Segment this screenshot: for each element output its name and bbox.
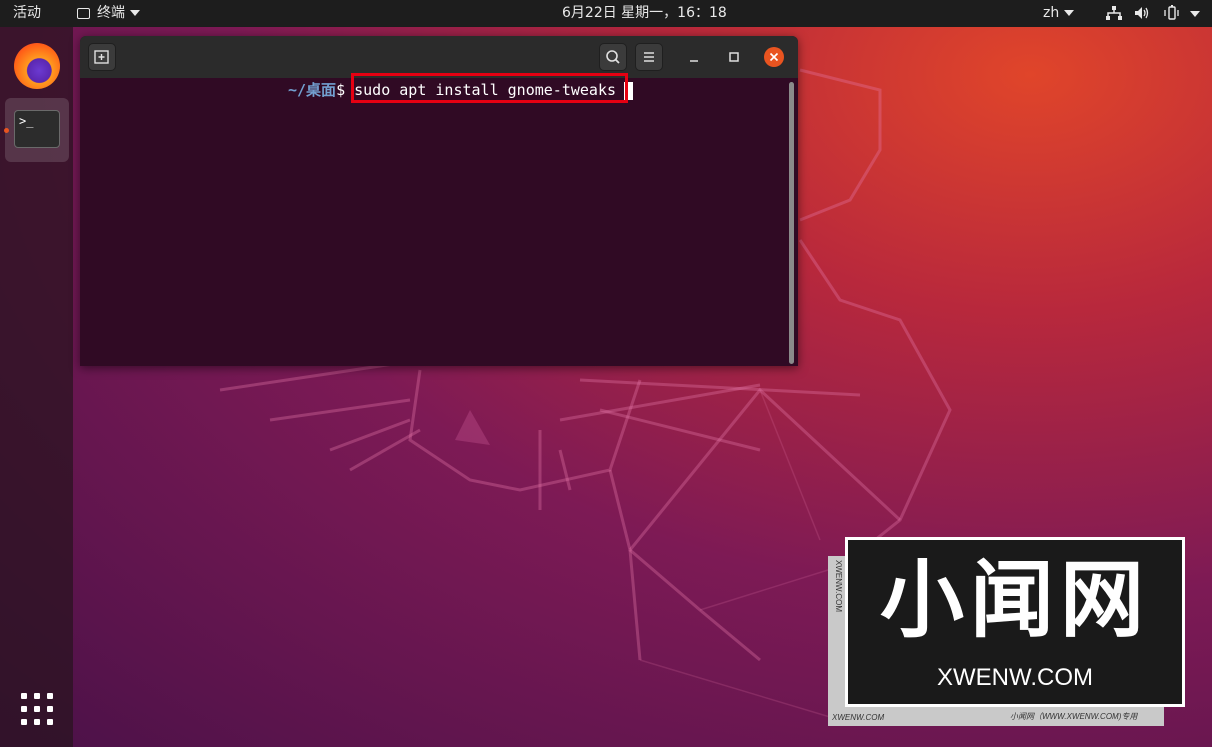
- watermark-domain: XWENW.COM: [937, 664, 1093, 691]
- watermark-bottom-left: XWENW.COM: [832, 713, 885, 722]
- battery-icon: [1164, 5, 1179, 20]
- new-tab-button[interactable]: [88, 43, 116, 71]
- terminal-headerbar[interactable]: [80, 36, 798, 78]
- show-apps-button[interactable]: [21, 693, 53, 725]
- maximize-button[interactable]: [723, 46, 745, 68]
- close-button[interactable]: [763, 46, 785, 68]
- terminal-small-icon: [77, 7, 90, 19]
- dock-item-firefox[interactable]: [5, 35, 69, 99]
- network-icon: [1106, 6, 1122, 20]
- search-icon: [606, 50, 620, 64]
- volume-icon: [1135, 7, 1149, 19]
- search-button[interactable]: [599, 43, 627, 71]
- top-bar: 活动 终端 6月22日 星期一，16：18 zh: [0, 0, 1212, 27]
- app-menu-label: 终端: [97, 5, 125, 21]
- minimize-button[interactable]: [683, 46, 705, 68]
- hamburger-menu-icon: [644, 52, 654, 62]
- scrollbar[interactable]: [789, 82, 794, 364]
- watermark-bottom-right: 小闻网（WWW.XWENW.COM)专用: [1010, 712, 1138, 721]
- input-method-button[interactable]: zh: [1043, 0, 1075, 27]
- chevron-down-icon: [1190, 11, 1200, 17]
- command-highlight-box: [351, 73, 628, 103]
- running-indicator: [4, 128, 9, 133]
- dock: >_: [0, 27, 73, 747]
- prompt-path: ~/桌面: [288, 81, 337, 99]
- input-method-label: zh: [1043, 5, 1060, 21]
- watermark: 小闻网 XWENW.COM: [845, 537, 1185, 707]
- new-tab-icon: [94, 50, 109, 64]
- terminal-window[interactable]: ~/桌面$ sudo apt install gnome-tweaks: [80, 36, 798, 366]
- clock[interactable]: 6月22日 星期一，16：18: [562, 0, 727, 27]
- menu-button[interactable]: [635, 43, 663, 71]
- app-menu-button[interactable]: 终端: [77, 0, 140, 27]
- firefox-icon: [14, 43, 60, 89]
- chevron-down-icon: [130, 10, 140, 16]
- watermark-side-text: XWENW.COM: [834, 560, 843, 612]
- watermark-logo-text: 小闻网: [879, 551, 1150, 649]
- system-menu-button[interactable]: [1104, 0, 1210, 27]
- activities-button[interactable]: 活动: [13, 0, 41, 27]
- terminal-icon: >_: [14, 110, 60, 148]
- terminal-content[interactable]: ~/桌面$ sudo apt install gnome-tweaks: [80, 73, 798, 366]
- chevron-down-icon: [1064, 10, 1075, 16]
- dock-item-terminal[interactable]: >_: [4, 98, 69, 162]
